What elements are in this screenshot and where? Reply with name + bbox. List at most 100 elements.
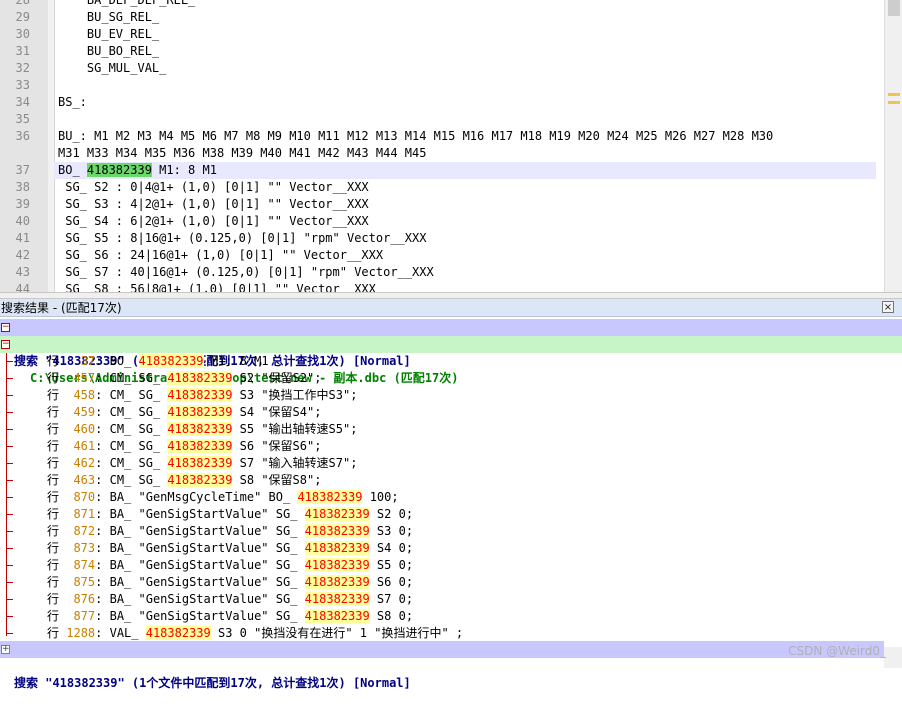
line-number: 43: [15, 265, 30, 279]
line-text: M31 M33 M34 M35 M36 M38 M39 M40 M41 M42 …: [58, 146, 427, 160]
close-icon[interactable]: ×: [882, 301, 894, 313]
hit-text-before: CM_ SG_: [109, 371, 168, 385]
hit-match: 418382339: [138, 354, 204, 368]
search-hit-row[interactable]: 行 458: CM_ SG_ 418382339 S3 "换挡工作中S3";: [0, 387, 902, 404]
search-hit-row[interactable]: 行 462: CM_ SG_ 418382339 S7 "输入轴转速S7";: [0, 455, 902, 472]
hit-match: 418382339: [304, 507, 370, 521]
line-number: 39: [15, 197, 30, 211]
collapse-icon[interactable]: −: [1, 340, 10, 349]
search-query-row-collapsed[interactable]: + 搜索 "418382339" (1个文件中匹配到17次, 总计查找1次) […: [0, 641, 884, 690]
hit-line-number: 874: [73, 558, 96, 572]
hit-line-number: 870: [73, 490, 96, 504]
hit-text-before: BA_ "GenMsgCycleTime" BO_: [109, 490, 298, 504]
hit-line-number: 873: [73, 541, 96, 555]
editor-line[interactable]: 36 BU_: M1 M2 M3 M4 M5 M6 M7 M8 M9 M10 M1…: [0, 128, 884, 145]
hit-line-prefix: 行: [47, 592, 60, 606]
line-number: 40: [15, 214, 30, 228]
hit-text-before: BA_ "GenSigStartValue" SG_: [109, 558, 305, 572]
search-hit-row[interactable]: 行 875: BA_ "GenSigStartValue" SG_ 418382…: [0, 574, 902, 591]
hit-line-number: 463: [73, 473, 96, 487]
search-hit-row[interactable]: 行 457: CM_ SG_ 418382339 S2 "保留S2";: [0, 370, 902, 387]
editor-line[interactable]: 44 SG_ S8 : 56|8@1+ (1,0) [0|1] "" Vecto…: [0, 281, 884, 292]
search-hit-row[interactable]: 行 37: BO_ 418382339 M1: 8 M1: [0, 353, 902, 370]
hit-text-before: BA_ "GenSigStartValue" SG_: [109, 609, 305, 623]
search-hit-row[interactable]: 行 873: BA_ "GenSigStartValue" SG_ 418382…: [0, 540, 902, 557]
hit-line-number: 876: [73, 592, 96, 606]
search-hit-row[interactable]: 行 872: BA_ "GenSigStartValue" SG_ 418382…: [0, 523, 902, 540]
editor-line[interactable]: 41 SG_ S5 : 8|16@1+ (0.125,0) [0|1] "rpm…: [0, 230, 884, 247]
expand-icon[interactable]: +: [1, 645, 10, 654]
hit-text-after: S6 "保留S6";: [232, 439, 322, 453]
editor-line[interactable]: 30 BU_EV_REL_: [0, 26, 884, 43]
line-text-after: M1: 8 M1: [151, 163, 217, 177]
hit-match: 418382339: [167, 388, 233, 402]
search-hit-row[interactable]: 行 459: CM_ SG_ 418382339 S4 "保留S4";: [0, 404, 902, 421]
hit-line-prefix: 行: [47, 507, 60, 521]
hit-line-prefix: 行: [47, 524, 60, 538]
file-result-row[interactable]: − C:\Users\Administrator\Desktop\test\ne…: [0, 336, 902, 385]
search-hit-row[interactable]: 行 460: CM_ SG_ 418382339 S5 "输出轴转速S5";: [0, 421, 902, 438]
search-query-row[interactable]: − 搜索 "418382339" (1个文件中匹配到17次, 总计查找1次) […: [0, 319, 902, 368]
editor-line[interactable]: 31 BU_BO_REL_: [0, 43, 884, 60]
hit-match: 418382339: [304, 524, 370, 538]
editor-line[interactable]: 38 SG_ S2 : 0|4@1+ (1,0) [0|1] "" Vector…: [0, 179, 884, 196]
editor-scroll-thumb[interactable]: [888, 0, 900, 16]
search-hit-row[interactable]: 行 870: BA_ "GenMsgCycleTime" BO_ 4183823…: [0, 489, 902, 506]
hit-text-after: S3 0 "换挡没有在进行" 1 "换挡进行中" ;: [210, 626, 464, 640]
editor-line[interactable]: 34 BS_:: [0, 94, 884, 111]
hit-match: 418382339: [297, 490, 363, 504]
pane-splitter[interactable]: [0, 292, 902, 299]
hit-line-number: 37: [80, 354, 96, 368]
search-hit-row[interactable]: 行 1288: VAL_ 418382339 S3 0 "换挡没有在进行" 1 …: [0, 625, 902, 642]
hit-match: 418382339: [167, 473, 233, 487]
line-text: SG_ S2 : 0|4@1+ (1,0) [0|1] "" Vector__X…: [58, 180, 369, 194]
hit-text-after: S4 "保留S4";: [232, 405, 322, 419]
editor-line[interactable]: 39 SG_ S3 : 4|2@1+ (1,0) [0|1] "" Vector…: [0, 196, 884, 213]
hit-line-number: 462: [73, 456, 96, 470]
editor-vertical-scrollbar[interactable]: [884, 0, 902, 292]
search-hit-row[interactable]: 行 871: BA_ "GenSigStartValue" SG_ 418382…: [0, 506, 902, 523]
search-summary: (1个文件中匹配到17次, 总计查找1次): [124, 676, 353, 690]
editor-pane[interactable]: 28 BA_DEF_DEF_REL_ 29 BU_SG_REL_ 30 BU_EV_…: [0, 0, 902, 292]
hit-text-before: CM_ SG_: [109, 388, 168, 402]
hit-line-prefix: 行: [47, 354, 60, 368]
editor-line[interactable]: 37 BO_ 418382339 M1: 8 M1: [0, 162, 884, 179]
hit-line-prefix: 行: [47, 541, 60, 555]
editor-line[interactable]: 35: [0, 111, 884, 128]
hit-text-before: CM_ SG_: [109, 439, 168, 453]
hit-line-number: 872: [73, 524, 96, 538]
editor-line[interactable]: 40 SG_ S4 : 6|2@1+ (1,0) [0|1] "" Vector…: [0, 213, 884, 230]
search-hit-row[interactable]: 行 874: BA_ "GenSigStartValue" SG_ 418382…: [0, 557, 902, 574]
search-hit-row[interactable]: 行 463: CM_ SG_ 418382339 S8 "保留S8";: [0, 472, 902, 489]
search-query-label: 搜索 "418382339": [14, 676, 125, 690]
editor-line[interactable]: 28 BA_DEF_DEF_REL_: [0, 0, 884, 9]
hit-line-prefix: 行: [47, 575, 60, 589]
hit-line-prefix: 行: [47, 371, 60, 385]
search-results-titlebar: 搜索结果 - (匹配17次) ×: [0, 299, 902, 317]
line-text: SG_ S8 : 56|8@1+ (1,0) [0|1] "" Vector__…: [58, 282, 376, 292]
results-scrollbar[interactable]: [884, 647, 902, 668]
search-hit-row[interactable]: 行 877: BA_ "GenSigStartValue" SG_ 418382…: [0, 608, 902, 625]
hit-text-before: BA_ "GenSigStartValue" SG_: [109, 575, 305, 589]
hit-line-number: 1288: [66, 626, 96, 640]
editor-line[interactable]: 32 SG_MUL_VAL_: [0, 60, 884, 77]
collapse-icon[interactable]: −: [1, 323, 10, 332]
editor-line[interactable]: 42 SG_ S6 : 24|16@1+ (1,0) [0|1] "" Vect…: [0, 247, 884, 264]
editor-line[interactable]: 33: [0, 77, 884, 94]
hit-text-after: M1: 8 M1: [203, 354, 269, 368]
line-text: BU_: M1 M2 M3 M4 M5 M6 M7 M8 M9 M10 M11 …: [58, 129, 774, 143]
editor-line[interactable]: M31 M33 M34 M35 M36 M38 M39 M40 M41 M42 …: [0, 145, 884, 162]
hit-line-number: 457: [73, 371, 96, 385]
line-text: BU_BO_REL_: [58, 44, 160, 58]
search-hit-row[interactable]: 行 876: BA_ "GenSigStartValue" SG_ 418382…: [0, 591, 902, 608]
line-number: 33: [15, 78, 30, 92]
editor-line[interactable]: 29 BU_SG_REL_: [0, 9, 884, 26]
editor-line[interactable]: 43 SG_ S7 : 40|16@1+ (0.125,0) [0|1] "rp…: [0, 264, 884, 281]
search-mode: [Normal]: [352, 676, 411, 690]
hit-text-before: BA_ "GenSigStartValue" SG_: [109, 592, 305, 606]
line-text: BU_SG_REL_: [58, 10, 160, 24]
hit-text-before: CM_ SG_: [109, 456, 168, 470]
search-hit-row[interactable]: 行 461: CM_ SG_ 418382339 S6 "保留S6";: [0, 438, 902, 455]
hit-text-after: 100;: [362, 490, 399, 504]
hit-line-number: 877: [73, 609, 96, 623]
